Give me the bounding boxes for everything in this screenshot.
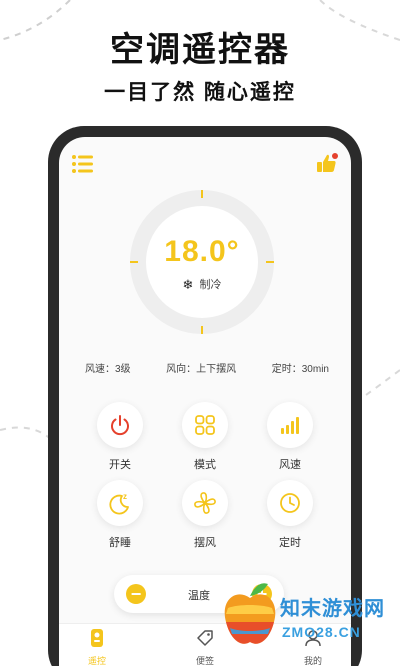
mode-button[interactable]: 模式 [170, 402, 240, 472]
timer-button[interactable]: 定时 [255, 480, 325, 550]
moon-sleep-icon: z [109, 492, 129, 515]
swing-button[interactable]: 摆风 [170, 480, 240, 550]
wind-direction-status: 风向：上下摆风 [166, 364, 237, 375]
fan-icon [194, 492, 216, 514]
status-row: 风速：3级 风向：上下摆风 定时：30min [59, 360, 351, 375]
power-button[interactable]: 开关 [85, 402, 155, 472]
mode-label: 制冷 [199, 279, 222, 291]
temperature-dial[interactable]: 18.0° ❄ 制冷 [127, 187, 277, 337]
timer-status: 定时：30min [271, 364, 329, 375]
timer-label: 定时 [279, 537, 301, 549]
temperature-readout: 18.0° [164, 235, 240, 268]
sleep-button[interactable]: z 舒睡 [85, 480, 155, 550]
wind-speed-button[interactable]: 风速 [255, 402, 325, 472]
watermark-domain: ZMO28.CN [282, 624, 361, 640]
mode-label-text: 模式 [194, 459, 216, 471]
sleep-label: 舒睡 [109, 537, 131, 549]
signal-bars-icon [281, 417, 299, 434]
wind-speed-status: 风速：3级 [85, 364, 131, 375]
tab-remote-label: 遥控 [87, 656, 106, 666]
apple-logo-icon [224, 583, 276, 644]
watermark-title: 知末游戏网 [280, 598, 385, 620]
swing-label: 摆风 [194, 537, 216, 549]
promo-subline: 一目了然 随心遥控 [104, 81, 296, 104]
snowflake-icon: ❄ [182, 277, 194, 292]
clock-icon [280, 493, 300, 513]
grid-icon [195, 415, 215, 435]
promo-headline: 空调遥控器 [110, 31, 290, 69]
remote-icon [91, 629, 103, 647]
mode-indicator: ❄ 制冷 [127, 276, 277, 293]
tag-icon [197, 630, 213, 646]
watermark: 知末游戏网 ZMO28.CN [218, 578, 398, 664]
power-label: 开关 [109, 459, 131, 471]
power-icon [111, 415, 129, 436]
svg-text:z: z [123, 492, 127, 501]
tab-remote[interactable]: 遥控 [67, 628, 127, 666]
menu-icon[interactable] [71, 153, 95, 175]
wind-speed-label: 风速 [279, 459, 301, 471]
thumbs-up-icon[interactable] [315, 151, 339, 175]
